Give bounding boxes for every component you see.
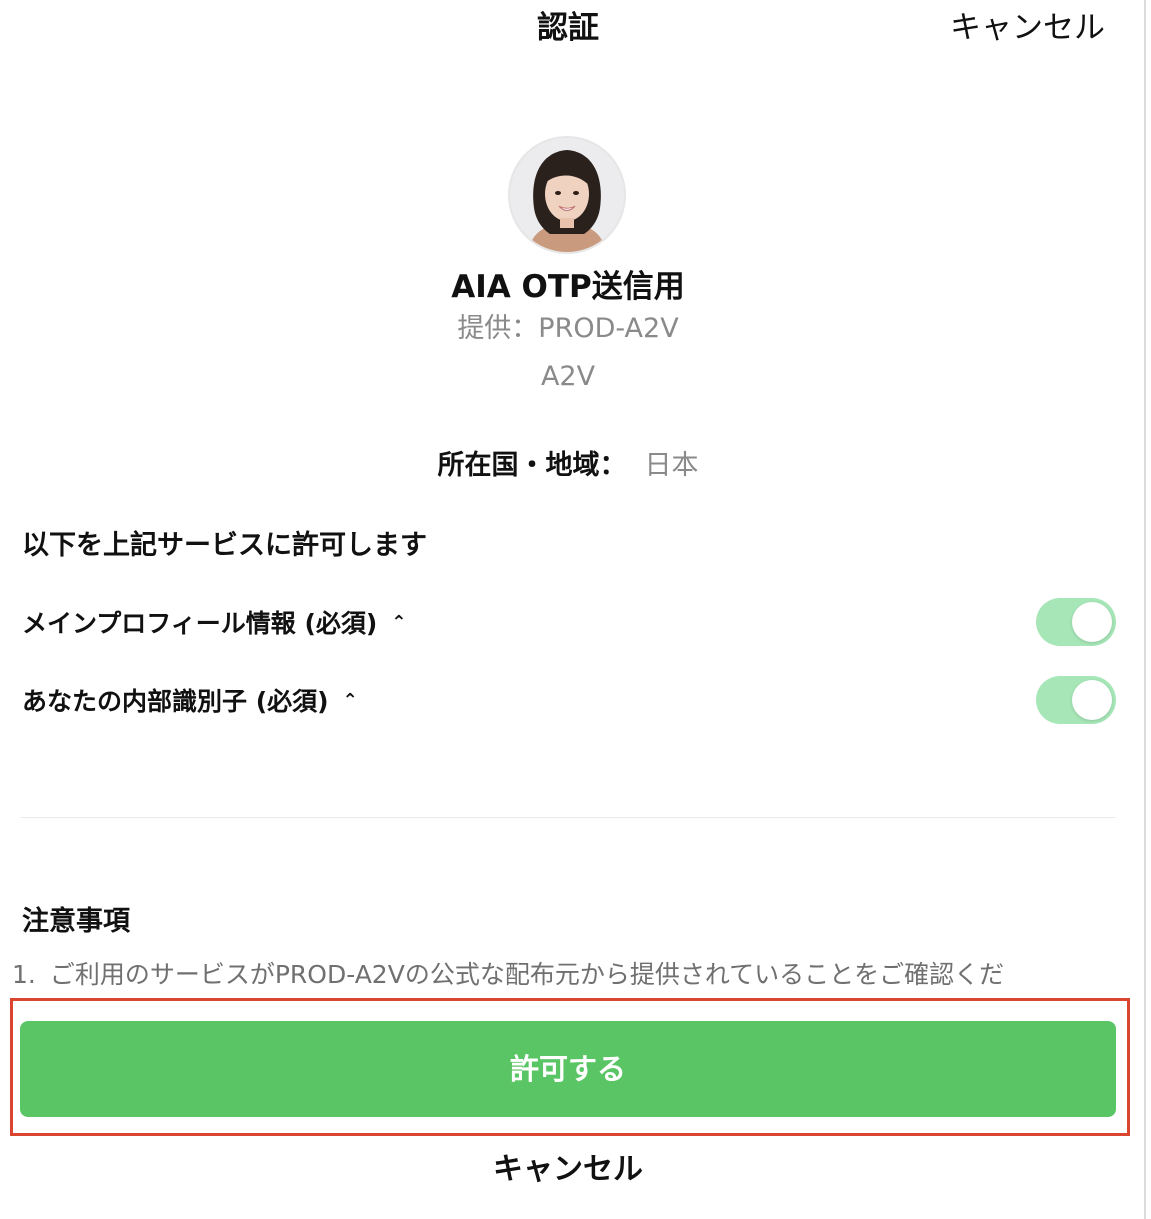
permission-label[interactable]: メインプロフィール情報 (必須) ⌃ <box>22 603 406 644</box>
region-value: 日本 <box>644 450 699 481</box>
header-cancel-button[interactable]: キャンセル <box>950 6 1105 50</box>
toggle-knob <box>1072 680 1112 720</box>
permission-row-main-profile: メインプロフィール情報 (必須) ⌃ <box>22 597 1116 649</box>
notes-title: 注意事項 <box>22 906 130 937</box>
section-divider <box>20 817 1116 818</box>
auth-consent-screen: 認証 キャンセル AIA OTP送信用 提供：PROD-A2V A2V 所在国・… <box>0 0 1151 1219</box>
permission-label-text: あなたの内部識別子 (必須) <box>22 687 329 716</box>
notes-item-number: 1. <box>12 960 36 989</box>
permission-toggle[interactable] <box>1036 598 1116 646</box>
permissions-title: 以下を上記サービスに許可します <box>22 530 427 561</box>
provider-subtitle: A2V <box>540 361 596 392</box>
app-name: AIA OTP送信用 <box>451 269 685 305</box>
permission-toggle[interactable] <box>1036 676 1116 724</box>
chevron-up-icon[interactable]: ⌃ <box>391 603 406 643</box>
notes-item-text: ご利用のサービスがPROD-A2Vの公式な配布元から提供されていることをご確認く… <box>49 960 1005 989</box>
region-row: 所在国・地域： 日本 <box>0 446 1136 486</box>
permission-label[interactable]: あなたの内部識別子 (必須) ⌃ <box>22 681 358 722</box>
region-label: 所在国・地域： <box>437 450 627 481</box>
profile-photo-icon <box>510 138 624 252</box>
permission-label-text: メインプロフィール情報 (必須) <box>22 609 378 638</box>
notes-item: 1. ご利用のサービスがPROD-A2Vの公式な配布元から提供されていることをご確… <box>12 955 1122 995</box>
scrollbar-edge <box>1144 0 1146 1219</box>
permission-row-internal-id: あなたの内部識別子 (必須) ⌃ <box>22 675 1116 727</box>
avatar <box>508 136 626 254</box>
toggle-knob <box>1072 602 1112 642</box>
chevron-up-icon[interactable]: ⌃ <box>343 681 358 721</box>
allow-button[interactable]: 許可する <box>20 1021 1116 1117</box>
cancel-button[interactable]: キャンセル <box>0 1148 1136 1192</box>
provider-name: 提供：PROD-A2V <box>457 313 679 344</box>
